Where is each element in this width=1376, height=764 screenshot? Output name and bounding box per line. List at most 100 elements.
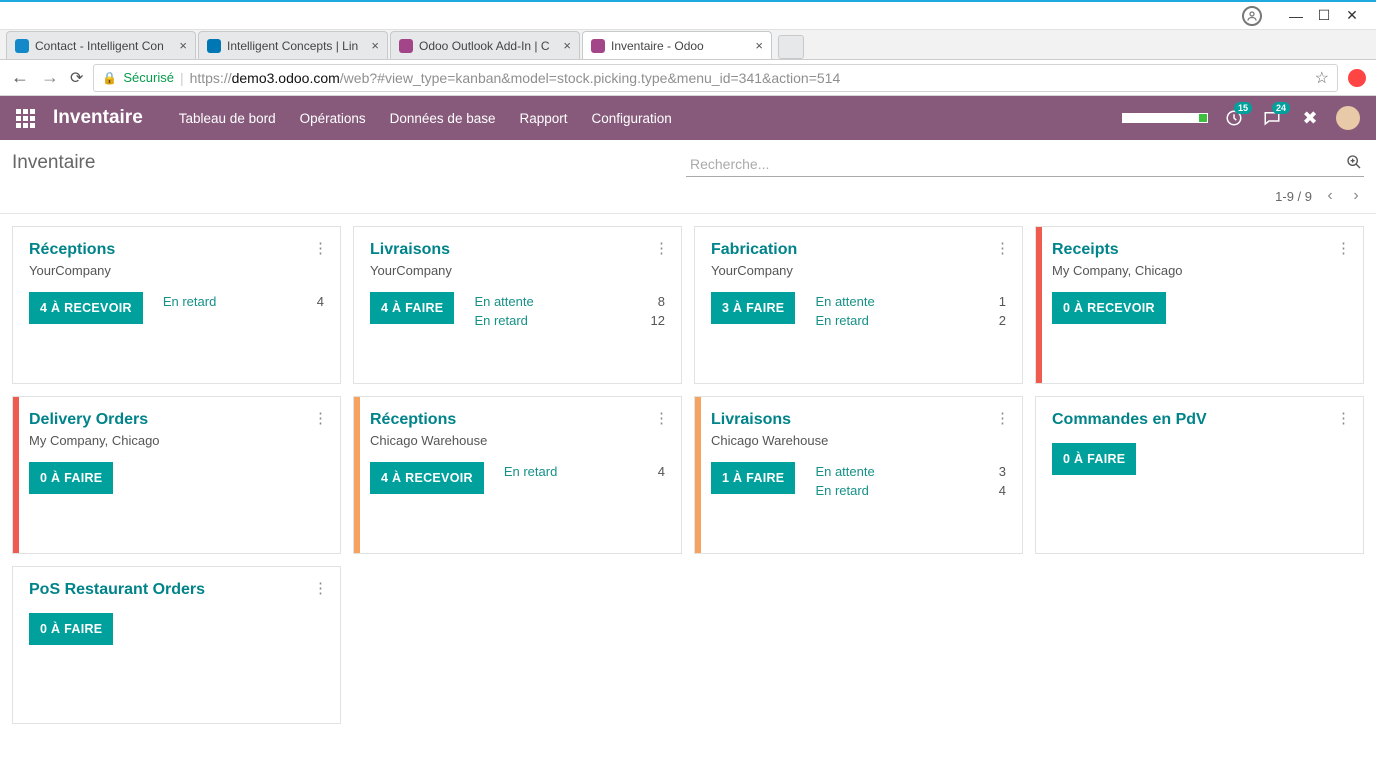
- card-subtitle: My Company, Chicago: [1052, 263, 1347, 278]
- kanban-card[interactable]: ⋮ Réceptions YourCompany 4 À RECEVOIR En…: [12, 226, 341, 384]
- url-box[interactable]: 🔒 Sécurisé | https://demo3.odoo.com/web?…: [93, 64, 1338, 92]
- browser-tab[interactable]: Intelligent Concepts | Lin×: [198, 31, 388, 59]
- browser-tab-strip: Contact - Intelligent Con×Intelligent Co…: [0, 30, 1376, 60]
- card-stat[interactable]: En retard 4: [163, 294, 324, 309]
- kanban-card[interactable]: ⋮ Livraisons YourCompany 4 À FAIRE En at…: [353, 226, 682, 384]
- card-stat[interactable]: En retard2: [815, 313, 1006, 328]
- kanban-card[interactable]: ⋮ Réceptions Chicago Warehouse 4 À RECEV…: [353, 396, 682, 554]
- tab-close-icon[interactable]: ×: [371, 38, 379, 53]
- card-more-icon[interactable]: ⋮: [313, 409, 328, 427]
- card-action-button[interactable]: 0 À FAIRE: [1052, 443, 1136, 475]
- control-panel: Inventaire 1-9 / 9 ‹ ›: [0, 140, 1376, 214]
- stat-value: 1: [986, 294, 1006, 309]
- window-minimize[interactable]: —: [1282, 8, 1310, 24]
- browser-tab[interactable]: Odoo Outlook Add-In | C×: [390, 31, 580, 59]
- nav-item[interactable]: Données de base: [390, 111, 496, 126]
- nav-forward-icon[interactable]: →: [40, 67, 60, 88]
- kanban-card[interactable]: ⋮ Delivery Orders My Company, Chicago 0 …: [12, 396, 341, 554]
- tab-close-icon[interactable]: ×: [179, 38, 187, 53]
- messages-icon[interactable]: 24: [1260, 106, 1284, 130]
- activities-icon[interactable]: 15: [1222, 106, 1246, 130]
- stat-label[interactable]: En attente: [815, 294, 874, 309]
- card-more-icon[interactable]: ⋮: [654, 239, 669, 257]
- card-more-icon[interactable]: ⋮: [995, 409, 1010, 427]
- card-title[interactable]: Livraisons: [370, 241, 665, 259]
- stat-value: 4: [304, 294, 324, 309]
- progress-indicator: [1122, 113, 1208, 123]
- breadcrumb: Inventaire: [12, 152, 95, 174]
- pager-prev-icon[interactable]: ‹: [1322, 187, 1338, 205]
- stat-value: 12: [645, 313, 665, 328]
- app-title: Inventaire: [53, 107, 143, 129]
- stat-label[interactable]: En attente: [815, 464, 874, 479]
- card-action-button[interactable]: 4 À RECEVOIR: [29, 292, 143, 324]
- nav-item[interactable]: Opérations: [300, 111, 366, 126]
- user-avatar[interactable]: [1336, 106, 1360, 130]
- card-subtitle: YourCompany: [29, 263, 324, 278]
- new-tab-button[interactable]: [778, 35, 804, 59]
- tab-close-icon[interactable]: ×: [563, 38, 571, 53]
- stat-label[interactable]: En retard: [815, 483, 868, 498]
- window-close[interactable]: ✕: [1338, 7, 1366, 24]
- card-more-icon[interactable]: ⋮: [1336, 239, 1351, 257]
- stat-value: 4: [986, 483, 1006, 498]
- reload-icon[interactable]: ⟳: [70, 68, 83, 88]
- card-stat[interactable]: En attente3: [815, 464, 1006, 479]
- card-stat[interactable]: En retard 4: [815, 483, 1006, 498]
- url-text: https://demo3.odoo.com/web?#view_type=ka…: [190, 70, 841, 86]
- stat-label[interactable]: En retard: [163, 294, 216, 309]
- card-more-icon[interactable]: ⋮: [313, 239, 328, 257]
- card-action-button[interactable]: 3 À FAIRE: [711, 292, 795, 324]
- card-title[interactable]: PoS Restaurant Orders: [29, 581, 324, 599]
- stat-label[interactable]: En retard: [474, 313, 527, 328]
- bookmark-star-icon[interactable]: ☆: [1315, 68, 1329, 88]
- card-stat[interactable]: En attente 1: [815, 294, 1006, 309]
- browser-tab[interactable]: Contact - Intelligent Con×: [6, 31, 196, 59]
- card-more-icon[interactable]: ⋮: [313, 579, 328, 597]
- card-action-button[interactable]: 1 À FAIRE: [711, 462, 795, 494]
- card-more-icon[interactable]: ⋮: [654, 409, 669, 427]
- pager-next-icon[interactable]: ›: [1348, 187, 1364, 205]
- search-input[interactable]: [686, 152, 1364, 177]
- card-subtitle: Chicago Warehouse: [711, 433, 1006, 448]
- kanban-card[interactable]: ⋮ PoS Restaurant Orders 0 À FAIRE: [12, 566, 341, 724]
- card-more-icon[interactable]: ⋮: [995, 239, 1010, 257]
- stat-label[interactable]: En retard: [815, 313, 868, 328]
- card-title[interactable]: Receipts: [1052, 241, 1347, 259]
- card-action-button[interactable]: 0 À RECEVOIR: [1052, 292, 1166, 324]
- card-action-button[interactable]: 0 À FAIRE: [29, 462, 113, 494]
- extension-icon[interactable]: [1348, 69, 1366, 87]
- card-subtitle: YourCompany: [370, 263, 665, 278]
- card-title[interactable]: Livraisons: [711, 411, 1006, 429]
- browser-tab[interactable]: Inventaire - Odoo×: [582, 31, 772, 59]
- card-title[interactable]: Delivery Orders: [29, 411, 324, 429]
- card-action-button[interactable]: 4 À RECEVOIR: [370, 462, 484, 494]
- debug-icon[interactable]: ✖: [1298, 106, 1322, 130]
- card-action-button[interactable]: 0 À FAIRE: [29, 613, 113, 645]
- apps-icon[interactable]: [16, 109, 35, 128]
- tab-close-icon[interactable]: ×: [755, 38, 763, 53]
- window-maximize[interactable]: ☐: [1310, 7, 1338, 24]
- card-stat[interactable]: En retard 12: [474, 313, 665, 328]
- stat-label[interactable]: En retard: [504, 464, 557, 479]
- card-stat[interactable]: En retard4: [504, 464, 665, 479]
- nav-item[interactable]: Rapport: [519, 111, 567, 126]
- kanban-card[interactable]: ⋮ Livraisons Chicago Warehouse 1 À FAIRE…: [694, 396, 1023, 554]
- chrome-profile-icon[interactable]: [1242, 6, 1262, 26]
- card-stat[interactable]: En attente8: [474, 294, 665, 309]
- nav-item[interactable]: Configuration: [592, 111, 672, 126]
- card-title[interactable]: Fabrication: [711, 241, 1006, 259]
- kanban-card[interactable]: ⋮ Receipts My Company, Chicago 0 À RECEV…: [1035, 226, 1364, 384]
- nav-item[interactable]: Tableau de bord: [179, 111, 276, 126]
- nav-back-icon[interactable]: ←: [10, 67, 30, 88]
- stat-label[interactable]: En attente: [474, 294, 533, 309]
- card-title[interactable]: Réceptions: [29, 241, 324, 259]
- favicon: [399, 39, 413, 53]
- card-title[interactable]: Commandes en PdV: [1052, 411, 1347, 429]
- kanban-card[interactable]: ⋮ Commandes en PdV 0 À FAIRE: [1035, 396, 1364, 554]
- search-expand-icon[interactable]: [1346, 154, 1362, 174]
- card-action-button[interactable]: 4 À FAIRE: [370, 292, 454, 324]
- card-more-icon[interactable]: ⋮: [1336, 409, 1351, 427]
- card-title[interactable]: Réceptions: [370, 411, 665, 429]
- kanban-card[interactable]: ⋮ Fabrication YourCompany 3 À FAIRE En a…: [694, 226, 1023, 384]
